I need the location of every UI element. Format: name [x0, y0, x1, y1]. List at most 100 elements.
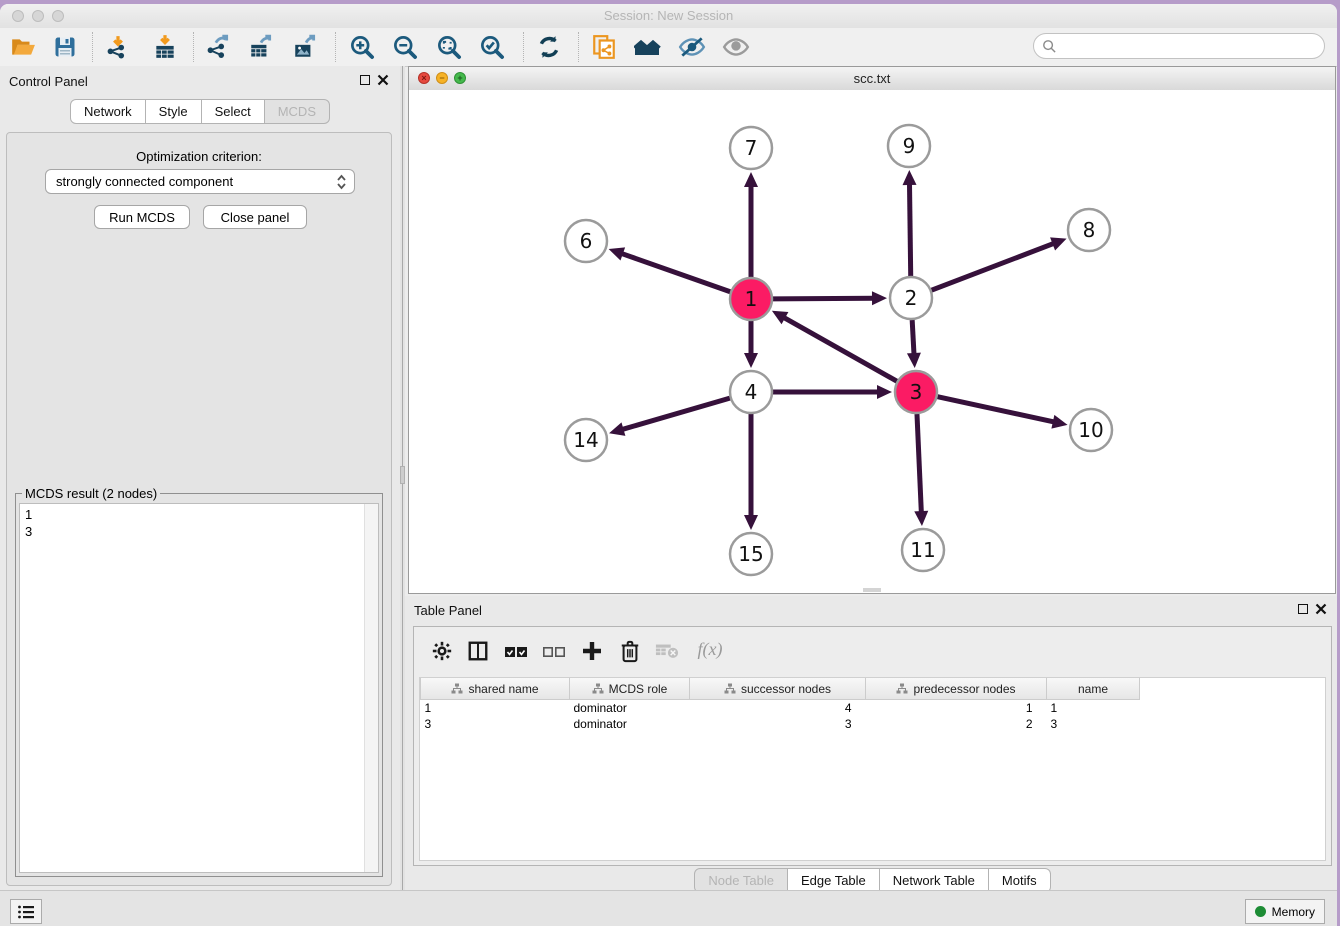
- close-table-panel-icon[interactable]: [1315, 603, 1327, 615]
- save-session-icon[interactable]: [51, 33, 79, 61]
- toolbar-separator: [523, 32, 524, 62]
- mcds-result-box: MCDS result (2 nodes) 1 3: [15, 493, 383, 877]
- splitter-handle[interactable]: [400, 466, 405, 484]
- table-cell[interactable]: 3: [690, 716, 866, 732]
- table-cell[interactable]: 3: [421, 716, 570, 732]
- table-cell[interactable]: 1: [1047, 700, 1140, 717]
- network-titlebar[interactable]: × − + scc.txt: [409, 67, 1335, 91]
- mcds-result-values: 1 3: [25, 506, 32, 540]
- main-window: Session: New Session: [0, 4, 1337, 926]
- mcds-tab-content: Optimization criterion: strongly connect…: [6, 132, 392, 886]
- zoom-selected-icon[interactable]: [478, 33, 506, 61]
- search-icon: [1042, 39, 1057, 54]
- edge-3-11[interactable]: [917, 414, 921, 514]
- column-header-predecessor-nodes[interactable]: predecessor nodes: [866, 678, 1047, 700]
- delete-icon[interactable]: [616, 637, 644, 665]
- edge-1-6[interactable]: [620, 253, 730, 292]
- table-cell[interactable]: dominator: [570, 700, 690, 717]
- run-mcds-button[interactable]: Run MCDS: [94, 205, 190, 229]
- network-window: × − + scc.txt 7968124314101511: [408, 66, 1336, 594]
- result-scrollbar[interactable]: [364, 504, 378, 872]
- home-icon[interactable]: [634, 33, 662, 61]
- node-table: shared name MCDS rolesuccessor nodesprede…: [420, 678, 1140, 732]
- control-panel: Control Panel NetworkStyleSelectMCDS Opt…: [0, 66, 400, 890]
- hierarchy-icon: [724, 683, 736, 695]
- zoom-fit-icon[interactable]: [435, 33, 463, 61]
- optimization-criterion-label: Optimization criterion:: [7, 149, 391, 164]
- apply-function-button[interactable]: f(x): [690, 635, 730, 663]
- column-header-MCDS-role[interactable]: MCDS role: [570, 678, 690, 700]
- table-settings-icon[interactable]: [428, 637, 456, 665]
- table-row[interactable]: 3dominator323: [421, 716, 1140, 732]
- zoom-out-icon[interactable]: [391, 33, 419, 61]
- open-session-icon[interactable]: [9, 33, 37, 61]
- table-cell[interactable]: dominator: [570, 716, 690, 732]
- table-cell[interactable]: 2: [866, 716, 1047, 732]
- select-all-icon[interactable]: [502, 637, 530, 665]
- network-title: scc.txt: [409, 71, 1335, 86]
- edge-arrowhead: [903, 170, 917, 185]
- task-history-button[interactable]: [10, 899, 42, 924]
- table-cell[interactable]: 1: [866, 700, 1047, 717]
- add-row-icon[interactable]: [578, 637, 606, 665]
- tab-mcds[interactable]: MCDS: [265, 99, 330, 124]
- table-cell[interactable]: 4: [690, 700, 866, 717]
- control-panel-title: Control Panel: [9, 74, 88, 89]
- import-network-icon[interactable]: [104, 33, 132, 61]
- deselect-all-icon[interactable]: [540, 637, 568, 665]
- hide-selected-icon[interactable]: [678, 33, 706, 61]
- network-resize-handle[interactable]: [863, 588, 881, 592]
- edge-arrowhead: [1051, 415, 1067, 429]
- close-panel-icon[interactable]: [377, 74, 389, 86]
- edge-3-1[interactable]: [782, 317, 896, 382]
- edge-3-10[interactable]: [937, 397, 1055, 423]
- column-layout-icon[interactable]: [464, 637, 492, 665]
- import-table-icon[interactable]: [151, 33, 179, 61]
- edge-2-8[interactable]: [932, 243, 1056, 290]
- memory-button[interactable]: Memory: [1245, 899, 1325, 924]
- search-box[interactable]: [1033, 33, 1325, 59]
- edge-arrowhead: [744, 515, 758, 530]
- edge-4-14[interactable]: [621, 398, 730, 430]
- close-panel-button[interactable]: Close panel: [203, 205, 307, 229]
- edge-2-3[interactable]: [912, 320, 914, 356]
- export-image-icon[interactable]: [291, 33, 319, 61]
- tab-style[interactable]: Style: [146, 99, 202, 124]
- main-titlebar: Session: New Session: [0, 4, 1337, 28]
- export-table-icon[interactable]: [247, 33, 275, 61]
- show-all-icon[interactable]: [722, 33, 750, 61]
- float-table-panel-icon[interactable]: [1298, 604, 1308, 614]
- toolbar-separator: [335, 32, 336, 62]
- node-label-4: 4: [745, 380, 758, 404]
- column-label: shared name: [468, 682, 538, 696]
- mcds-result-area[interactable]: 1 3: [19, 503, 379, 873]
- criterion-select[interactable]: strongly connected component: [45, 169, 355, 194]
- control-panel-tabs: NetworkStyleSelectMCDS: [0, 99, 400, 124]
- float-panel-icon[interactable]: [360, 75, 370, 85]
- column-header-successor-nodes[interactable]: successor nodes: [690, 678, 866, 700]
- delete-table-icon[interactable]: [653, 637, 681, 665]
- node-label-11: 11: [910, 538, 935, 562]
- node-label-15: 15: [738, 542, 763, 566]
- edge-arrowhead: [609, 422, 625, 435]
- table-toolbar: f(x): [414, 627, 1331, 675]
- column-header-shared-name[interactable]: shared name: [421, 678, 570, 700]
- node-table-header-row: shared name MCDS rolesuccessor nodesprede…: [421, 678, 1140, 700]
- memory-status-icon: [1255, 906, 1266, 917]
- refresh-layout-icon[interactable]: [535, 33, 563, 61]
- tab-select[interactable]: Select: [202, 99, 265, 124]
- clone-network-icon[interactable]: [590, 33, 618, 61]
- edge-2-9[interactable]: [909, 182, 910, 276]
- table-cell[interactable]: 3: [1047, 716, 1140, 732]
- tab-network[interactable]: Network: [70, 99, 146, 124]
- task-list-icon: [17, 904, 35, 920]
- table-cell[interactable]: 1: [421, 700, 570, 717]
- hierarchy-icon: [592, 683, 604, 695]
- network-canvas[interactable]: 7968124314101511: [409, 90, 1335, 590]
- export-network-icon[interactable]: [204, 33, 232, 61]
- edge-1-2[interactable]: [773, 298, 875, 299]
- column-header-name[interactable]: name: [1047, 678, 1140, 700]
- search-input[interactable]: [1057, 38, 1311, 55]
- zoom-in-icon[interactable]: [348, 33, 376, 61]
- table-row[interactable]: 1dominator411: [421, 700, 1140, 717]
